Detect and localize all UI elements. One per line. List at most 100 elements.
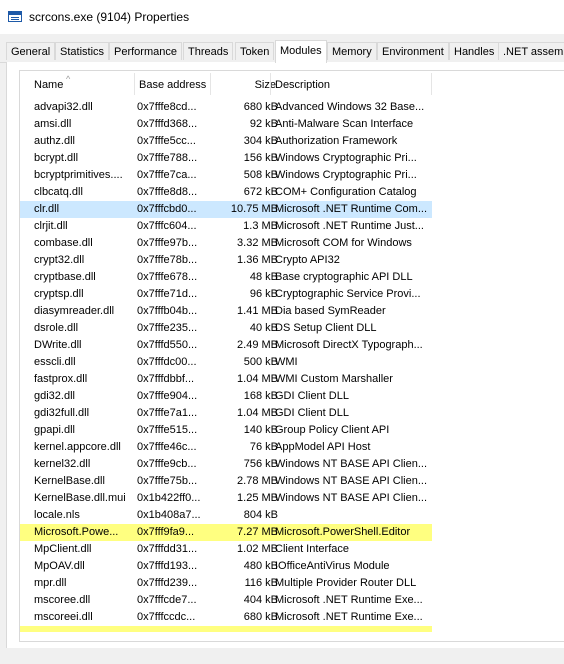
table-row[interactable]: DWrite.dll 0x7fffd550... 2.49 MB Microsoft … [20,337,432,354]
module-size: 508 kB [243,169,278,181]
table-row[interactable]: fastprox.dll 0x7fffdbbf... 1.04 MB WMI Cust… [20,371,432,388]
module-base-address: 0x7fffdd31... [137,543,198,555]
table-row[interactable]: gdi32.dll 0x7fffe904... 168 kB GDI Client D… [20,388,432,405]
table-row[interactable]: diasymreader.dll 0x7fffb04b... 1.41 MB Dia … [20,303,432,320]
table-row[interactable]: mscoreei.dll 0x7fffccdc... 680 kB Microsoft… [20,609,432,626]
tab-handles[interactable]: Handles [449,42,500,60]
module-description: Windows Cryptographic Pri... [275,169,417,181]
table-row[interactable]: bcryptprimitives.... 0x7fffe7ca... 508 kB W… [20,167,432,184]
module-size: 1.04 MB [237,373,278,385]
column-description[interactable]: Description [275,71,431,95]
module-size: 480 kB [243,560,278,572]
module-base-address: 0x7fffd550... [137,339,198,351]
module-base-address: 0x7fff9fa9... [137,526,195,538]
modules-panel: ^ Name Base address Size Description adv… [6,62,564,648]
tab-memory[interactable]: Memory [327,42,377,60]
tab-net-assemblies[interactable]: .NET assemb [498,42,564,60]
module-name: diasymreader.dll [34,305,115,317]
module-size: 40 kB [249,322,278,334]
table-row[interactable]: kernel32.dll 0x7fffe9cb... 756 kB Windows N… [20,456,432,473]
module-base-address: 0x7fffcbd0... [137,203,197,215]
table-row[interactable]: amsi.dll 0x7fffd368... 92 kB Anti-Malware S… [20,116,432,133]
module-base-address: 0x7fffdbbf... [137,373,195,385]
module-name: dsrole.dll [34,322,79,334]
table-row[interactable]: gdi32full.dll 0x7fffe7a1... 1.04 MB GDI Cli… [20,405,432,422]
module-base-address: 0x7fffb04b... [137,305,198,317]
module-size: 7.27 MB [237,526,278,538]
module-base-address: 0x7fffe46c... [137,441,197,453]
module-size: 1.02 MB [237,543,278,555]
table-row[interactable]: crypt32.dll 0x7fffe78b... 1.36 MB Crypto AP… [20,252,432,269]
module-base-address: 0x7fffd368... [137,118,198,130]
module-description: Crypto API32 [275,254,340,266]
module-name: clbcatq.dll [34,186,83,198]
tab-modules[interactable]: Modules [275,40,327,63]
module-name: crypt32.dll [34,254,85,266]
module-name: MpOAV.dll [34,560,85,572]
table-row[interactable]: kernel.appcore.dll 0x7fffe46c... 76 kB AppM… [20,439,432,456]
module-name: cryptsp.dll [34,288,84,300]
tab-statistics[interactable]: Statistics [55,42,110,60]
module-description: Windows NT BASE API Clien... [275,475,428,487]
module-description: IOfficeAntiVirus Module [275,560,390,572]
module-description: Multiple Provider Router DLL [275,577,417,589]
table-row[interactable]: KernelBase.dll.mui 0x1b422ff0... 1.25 MB Wi… [20,490,432,507]
table-row[interactable]: mscoree.dll 0x7fffcde7... 404 kB Microsoft … [20,592,432,609]
module-size: 672 kB [243,186,278,198]
module-description: Base cryptographic API DLL [275,271,413,283]
module-description: Dia based SymReader [275,305,386,317]
table-row[interactable]: bcrypt.dll 0x7fffe788... 156 kB Windows Cry… [20,150,432,167]
table-row[interactable]: mpr.dll 0x7fffd239... 116 kB Multiple Provi… [20,575,432,592]
module-description: GDI Client DLL [275,407,349,419]
table-row[interactable]: combase.dll 0x7fffe97b... 3.32 MB Microsoft… [20,235,432,252]
module-name: Microsoft.Powe... [34,526,119,538]
module-size: 404 kB [243,594,278,606]
table-row[interactable]: MpClient.dll 0x7fffdd31... 1.02 MB Client I… [20,541,432,558]
table-row[interactable]: clr.dll 0x7fffcbd0... 10.75 MB Microsoft .N… [20,201,432,218]
column-name[interactable]: ^ Name [20,71,136,95]
table-row[interactable]: dsrole.dll 0x7fffe235... 40 kB DS Setup Cli… [20,320,432,337]
module-size: 48 kB [249,271,278,283]
window-title: scrcons.exe (9104) Properties [29,10,190,24]
module-description: Windows NT BASE API Clien... [275,492,428,504]
column-name-label: Name [34,79,64,91]
tab-performance[interactable]: Performance [109,42,182,60]
column-base-address[interactable]: Base address [137,71,221,95]
module-name: DWrite.dll [34,339,82,351]
table-row[interactable]: cryptbase.dll 0x7fffe678... 48 kB Base cryp… [20,269,432,286]
module-description: Microsoft .NET Runtime Exe... [275,594,423,606]
table-row-partial[interactable] [20,626,432,632]
table-row[interactable]: cryptsp.dll 0x7fffe71d... 96 kB Cryptograph… [20,286,432,303]
table-row[interactable]: Microsoft.Powe... 0x7fff9fa9... 7.27 MB Mic… [20,524,432,541]
tab-threads[interactable]: Threads [183,42,234,60]
table-row[interactable]: locale.nls 0x1b408a7... 804 kB [20,507,432,524]
module-name: esscli.dll [34,356,76,368]
module-size: 1.04 MB [237,407,278,419]
tab-general[interactable]: General [6,42,56,60]
table-row[interactable]: MpOAV.dll 0x7fffd193... 480 kB IOfficeAntiV… [20,558,432,575]
module-base-address: 0x7fffcde7... [137,594,197,606]
table-row[interactable]: esscli.dll 0x7fffdc00... 500 kB WMI [20,354,432,371]
module-name: gdi32.dll [34,390,75,402]
column-header: ^ Name Base address Size Description [20,71,564,95]
module-size: 156 kB [243,152,278,164]
module-description: Group Policy Client API [275,424,390,436]
table-row[interactable]: authz.dll 0x7fffe5cc... 304 kB Authorizatio… [20,133,432,150]
module-description: Client Interface [275,543,349,555]
table-row[interactable]: clbcatq.dll 0x7fffe8d8... 672 kB COM+ Confi… [20,184,432,201]
tab-bar: General Statistics Performance Threads T… [0,40,564,63]
module-base-address: 0x7fffc604... [137,220,197,232]
sort-ascending-icon: ^ [66,74,71,84]
table-row[interactable]: KernelBase.dll 0x7fffe75b... 2.78 MB Window… [20,473,432,490]
modules-list[interactable]: ^ Name Base address Size Description adv… [19,70,564,642]
tab-environment[interactable]: Environment [377,42,449,60]
module-base-address: 0x7fffe8d8... [137,186,198,198]
module-name: gpapi.dll [34,424,75,436]
module-name: locale.nls [34,509,80,521]
table-row[interactable]: gpapi.dll 0x7fffe515... 140 kB Group Policy… [20,422,432,439]
table-row[interactable]: advapi32.dll 0x7fffe8cd... 680 kB Advanced … [20,99,432,116]
column-size-label: Size [254,79,276,91]
tab-token[interactable]: Token [235,42,275,60]
module-base-address: 0x7fffe7a1... [137,407,198,419]
table-row[interactable]: clrjit.dll 0x7fffc604... 1.3 MB Microsoft .… [20,218,432,235]
